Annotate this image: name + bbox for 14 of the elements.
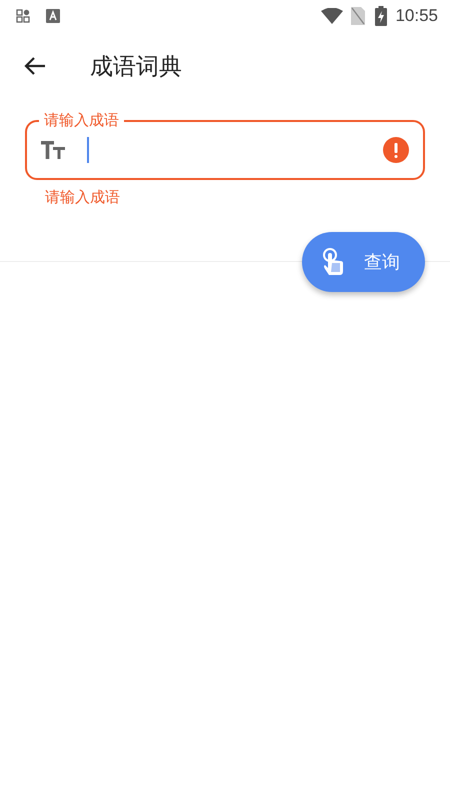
query-button[interactable]: 查询 (302, 232, 425, 292)
apps-icon (16, 9, 30, 23)
clock: 10:55 (395, 6, 438, 26)
battery-charging-icon (375, 6, 388, 26)
error-message: 请输入成语 (45, 188, 120, 207)
back-arrow-icon (24, 56, 46, 76)
hand-pointer-icon (322, 248, 344, 276)
keyboard-app-icon (46, 9, 60, 23)
no-sim-icon (351, 7, 366, 25)
page-title: 成语词典 (90, 52, 182, 82)
field-label: 请输入成语 (39, 111, 124, 129)
wifi-icon (321, 8, 344, 24)
text-cursor (87, 137, 89, 163)
text-size-icon (41, 141, 65, 159)
